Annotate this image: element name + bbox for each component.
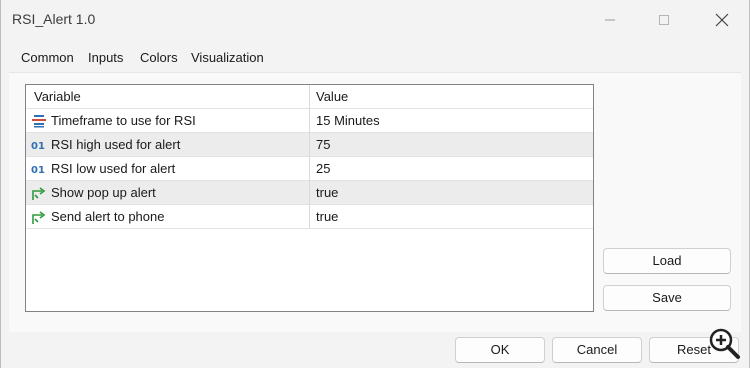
variable-value[interactable]: 75 bbox=[316, 137, 330, 152]
window-title: RSI_Alert 1.0 bbox=[12, 11, 96, 27]
enum-list-icon bbox=[32, 115, 46, 128]
close-button[interactable] bbox=[699, 0, 745, 40]
variable-value[interactable]: 15 Minutes bbox=[316, 113, 380, 128]
cancel-button[interactable]: Cancel bbox=[552, 337, 642, 363]
svg-text:01: 01 bbox=[31, 141, 45, 152]
tab-visualization[interactable]: Visualization bbox=[191, 50, 264, 65]
tab-common[interactable]: Common bbox=[21, 50, 74, 65]
variable-name: RSI low used for alert bbox=[51, 161, 176, 176]
load-button[interactable]: Load bbox=[603, 248, 731, 274]
tab-strip: Common Inputs Colors Visualization bbox=[1, 40, 749, 74]
inputs-table[interactable]: Variable Value Timeframe to use for RSI … bbox=[25, 84, 594, 312]
variable-name: Send alert to phone bbox=[51, 209, 165, 224]
column-header-variable[interactable]: Variable bbox=[34, 89, 81, 104]
minimize-icon bbox=[605, 19, 615, 21]
title-bar[interactable]: RSI_Alert 1.0 bbox=[1, 0, 749, 40]
save-button[interactable]: Save bbox=[603, 285, 731, 311]
column-divider[interactable] bbox=[309, 85, 310, 228]
minimize-button[interactable] bbox=[587, 0, 633, 40]
ok-button[interactable]: OK bbox=[455, 337, 545, 363]
integer-01-icon: 01 bbox=[31, 141, 45, 152]
integer-01-icon: 01 bbox=[31, 165, 45, 176]
variable-name: Timeframe to use for RSI bbox=[51, 113, 196, 128]
boolean-arrow-icon bbox=[32, 211, 46, 224]
variable-value[interactable]: 25 bbox=[316, 161, 330, 176]
boolean-arrow-icon bbox=[32, 187, 46, 200]
svg-text:01: 01 bbox=[31, 165, 45, 176]
variable-name: RSI high used for alert bbox=[51, 137, 181, 152]
variable-value[interactable]: true bbox=[316, 209, 338, 224]
maximize-icon bbox=[659, 15, 669, 25]
variable-name: Show pop up alert bbox=[51, 185, 156, 200]
variable-value[interactable]: true bbox=[316, 185, 338, 200]
magnifier-zoom-icon bbox=[709, 328, 740, 359]
tab-colors[interactable]: Colors bbox=[140, 50, 178, 65]
rsi-alert-dialog: RSI_Alert 1.0 Common Inputs Colors Visua… bbox=[0, 0, 750, 368]
column-header-value[interactable]: Value bbox=[316, 89, 348, 104]
tab-inputs[interactable]: Inputs bbox=[88, 50, 124, 74]
maximize-button[interactable] bbox=[641, 0, 687, 40]
close-icon bbox=[715, 13, 729, 27]
